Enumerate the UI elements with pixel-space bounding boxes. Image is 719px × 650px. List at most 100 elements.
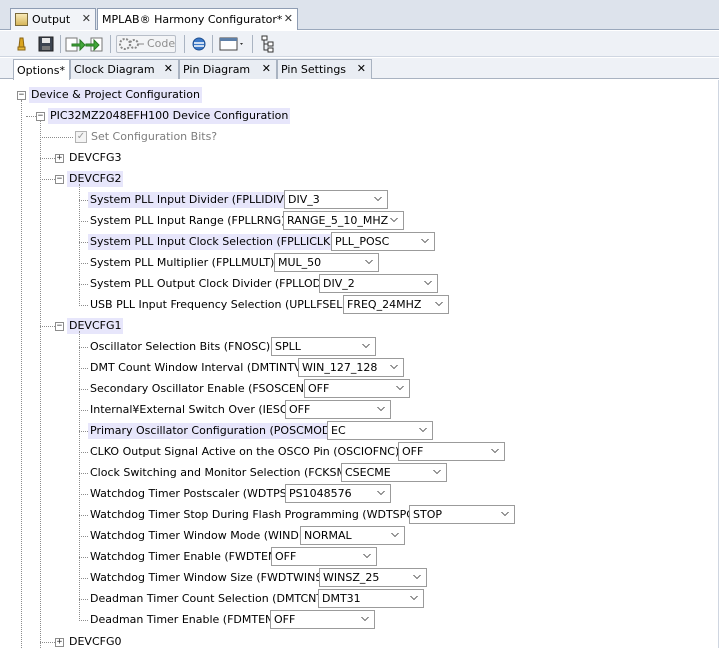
chevron-down-icon	[390, 218, 398, 222]
option-dropdown[interactable]: PS1048576	[285, 484, 391, 503]
close-icon[interactable]: ✕	[164, 62, 173, 75]
devcfg1-label[interactable]: DEVCFG1	[67, 318, 124, 334]
chevron-down-icon	[377, 491, 385, 495]
tab-clock-diagram-label: Clock Diagram	[74, 63, 155, 76]
option-dropdown[interactable]: STOP	[409, 505, 515, 524]
chevron-down-icon	[424, 281, 432, 285]
tab-pin-settings-label: Pin Settings	[281, 63, 347, 76]
chevron-down-icon	[390, 365, 398, 369]
close-icon[interactable]: ✕	[82, 12, 91, 25]
pin-icon[interactable]	[14, 35, 28, 53]
tab-pin-settings[interactable]: Pin Settings ✕	[277, 59, 372, 79]
set-config-bits-label: Set Configuration Bits?	[91, 130, 218, 143]
import-icon[interactable]	[64, 35, 86, 53]
output-window-icon	[15, 13, 28, 26]
option-dropdown[interactable]: OFF	[398, 442, 505, 461]
option-dropdown[interactable]: DIV_3	[284, 190, 388, 209]
option-label: Watchdog Timer Enable (FWDTEN)	[90, 550, 281, 563]
devcfg2-label[interactable]: DEVCFG2	[67, 171, 124, 187]
chevron-down-icon	[391, 533, 399, 537]
refresh-icon[interactable]	[190, 35, 208, 53]
option-dropdown[interactable]: MUL_50	[274, 253, 379, 272]
close-icon[interactable]: ✕	[357, 62, 366, 75]
view-window-icon[interactable]	[218, 35, 246, 53]
tab-clock-diagram[interactable]: Clock Diagram ✕	[70, 59, 179, 79]
tab-harmony-label: MPLAB® Harmony Configurator*	[102, 13, 283, 26]
generate-code-button[interactable]: Code	[116, 35, 176, 53]
chevron-down-icon	[377, 407, 385, 411]
option-value: OFF	[308, 382, 330, 395]
tab-options-label: Options*	[17, 63, 65, 77]
option-label: Watchdog Timer Window Mode (WINDIS)	[90, 529, 314, 542]
chevron-down-icon	[374, 197, 382, 201]
option-value: SPLL	[275, 340, 301, 353]
option-value: MUL_50	[278, 256, 322, 269]
option-value: PLL_POSC	[335, 235, 390, 248]
devcfg3-label[interactable]: DEVCFG3	[67, 150, 123, 166]
option-value: DMT31	[322, 592, 361, 605]
option-value: DIV_2	[323, 277, 355, 290]
option-label: System PLL Input Divider (FPLLIDIV)	[88, 192, 291, 208]
option-dropdown[interactable]: EC	[327, 421, 433, 440]
tab-output[interactable]: Output ✕	[10, 8, 96, 30]
option-value: WIN_127_128	[302, 361, 378, 374]
option-dropdown[interactable]: OFF	[271, 547, 377, 566]
chevron-down-icon	[419, 428, 427, 432]
option-dropdown[interactable]: PLL_POSC	[331, 232, 435, 251]
option-label: CLKO Output Signal Active on the OSCO Pi…	[90, 445, 400, 458]
option-label: Deadman Timer Count Selection (DMTCNT)	[90, 592, 328, 605]
tab-harmony-configurator[interactable]: MPLAB® Harmony Configurator* ✕	[97, 8, 298, 30]
chevron-down-icon	[413, 575, 421, 579]
option-dropdown[interactable]: CSECME	[341, 463, 447, 482]
tab-options[interactable]: Options*	[13, 59, 70, 80]
expand-toggle-icon[interactable]: +	[55, 154, 64, 163]
option-label: Watchdog Timer Postscaler (WDTPS)	[90, 487, 292, 500]
option-dropdown[interactable]: OFF	[270, 610, 375, 629]
option-dropdown[interactable]: NORMAL	[300, 526, 405, 545]
option-dropdown[interactable]: WIN_127_128	[298, 358, 404, 377]
tree-root-label[interactable]: Device & Project Configuration	[29, 87, 202, 103]
option-label: Oscillator Selection Bits (FNOSC)	[90, 340, 271, 353]
tree-view-icon[interactable]	[259, 35, 277, 53]
set-config-bits-checkbox[interactable]: ✓	[75, 131, 87, 143]
close-icon[interactable]: ✕	[284, 12, 293, 25]
option-dropdown[interactable]: OFF	[285, 400, 391, 419]
option-value: OFF	[274, 613, 296, 626]
chevron-down-icon	[361, 617, 369, 621]
collapse-toggle-icon[interactable]: −	[36, 112, 45, 121]
tab-pin-diagram[interactable]: Pin Diagram ✕	[179, 59, 277, 79]
generate-code-icon	[119, 38, 144, 50]
collapse-toggle-icon[interactable]: −	[55, 322, 64, 331]
close-icon[interactable]: ✕	[262, 62, 271, 75]
option-dropdown[interactable]: WINSZ_25	[319, 568, 427, 587]
export-icon[interactable]	[84, 35, 104, 53]
expand-toggle-icon[interactable]: +	[55, 638, 64, 647]
option-dropdown[interactable]: DIV_2	[319, 274, 438, 293]
chevron-down-icon	[501, 512, 509, 516]
option-value: EC	[331, 424, 346, 437]
option-dropdown[interactable]: DMT31	[318, 589, 424, 608]
chevron-down-icon	[421, 239, 429, 243]
option-label: System PLL Input Clock Selection (FPLLIC…	[88, 234, 337, 250]
option-value: WINSZ_25	[323, 571, 380, 584]
view-tab-strip: Options* Clock Diagram ✕ Pin Diagram ✕ P…	[0, 58, 719, 80]
option-label: System PLL Input Range (FPLLRNG)	[90, 214, 286, 227]
tab-output-label: Output	[32, 13, 71, 26]
save-icon[interactable]	[37, 35, 55, 53]
option-label: System PLL Multiplier (FPLLMULT)	[90, 256, 275, 269]
option-label: System PLL Output Clock Divider (FPLLODI…	[90, 277, 337, 290]
chevron-down-icon	[362, 344, 370, 348]
collapse-toggle-icon[interactable]: −	[17, 91, 26, 100]
chevron-down-icon	[363, 554, 371, 558]
device-config-label[interactable]: PIC32MZ2048EFH100 Device Configuration	[48, 108, 291, 124]
option-dropdown[interactable]: SPLL	[271, 337, 376, 356]
option-value: DIV_3	[288, 193, 320, 206]
option-value: PS1048576	[289, 487, 352, 500]
option-value: FREQ_24MHZ	[347, 298, 422, 311]
option-dropdown[interactable]: OFF	[304, 379, 410, 398]
collapse-toggle-icon[interactable]: −	[55, 175, 64, 184]
document-tab-strip: Output ✕ MPLAB® Harmony Configurator* ✕	[0, 0, 719, 30]
option-value: CSECME	[345, 466, 391, 479]
option-dropdown[interactable]: RANGE_5_10_MHZ	[283, 211, 404, 230]
option-dropdown[interactable]: FREQ_24MHZ	[343, 295, 449, 314]
